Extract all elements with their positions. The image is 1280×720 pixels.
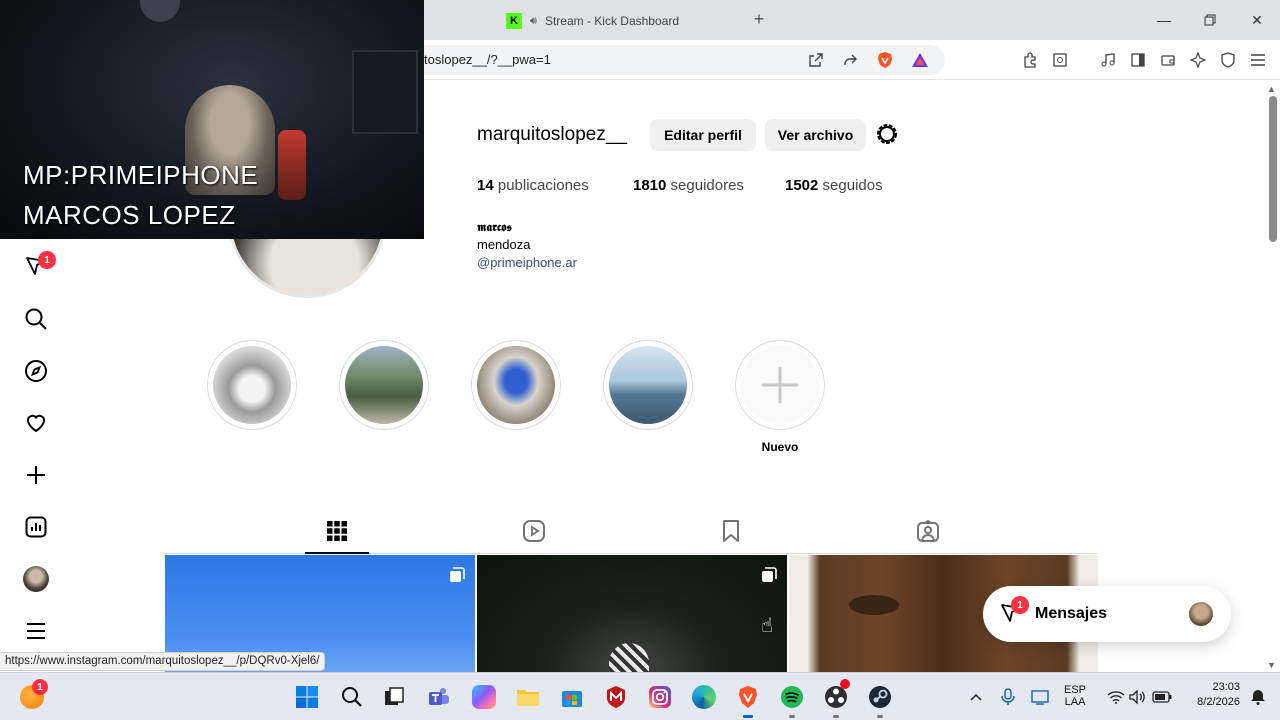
explore-icon[interactable] xyxy=(22,357,50,385)
ceiling-lamp xyxy=(140,0,180,22)
bio-mention-link[interactable]: @primeiphone.ar xyxy=(477,255,577,270)
plus-icon xyxy=(762,367,798,403)
profile-avatar-icon[interactable] xyxy=(22,565,50,593)
carousel-icon xyxy=(450,567,465,582)
brave-shield-icon[interactable] xyxy=(875,50,895,70)
address-text[interactable]: toslopez__/?__pwa=1 xyxy=(424,52,551,67)
instagram-app-icon[interactable] xyxy=(646,683,674,711)
scroll-down-arrow[interactable]: ▼ xyxy=(1267,660,1276,670)
profile-username: marquitoslopez__ xyxy=(477,124,627,145)
vpn-icon[interactable] xyxy=(1218,50,1238,70)
search-icon[interactable] xyxy=(22,305,50,333)
task-view-icon[interactable] xyxy=(380,683,408,711)
highlight-item[interactable] xyxy=(339,340,429,430)
contact-avatar xyxy=(1189,602,1213,626)
recording-dot xyxy=(840,679,850,689)
create-plus-icon[interactable] xyxy=(22,461,50,489)
bio-name: 𝖒𝖆𝖗𝖈𝖔𝖘 xyxy=(477,220,512,234)
posts-grid-icon[interactable] xyxy=(324,518,350,544)
microphone-icon[interactable] xyxy=(994,683,1022,711)
windows-taskbar: 1 ESP LAA 23:03 8/2/2026 xyxy=(0,672,1280,720)
dashboard-icon[interactable] xyxy=(22,513,50,541)
scrollbar-thumb[interactable] xyxy=(1269,96,1277,242)
brave-browser-icon[interactable] xyxy=(734,683,762,718)
spotify-icon[interactable] xyxy=(778,683,806,718)
messages-label: Mensajes xyxy=(1035,605,1108,622)
webcam-overlay: MP:PRIMEIPHONE MARCOS LOPEZ xyxy=(0,0,424,239)
share-icon[interactable] xyxy=(840,50,860,70)
highlight-item[interactable] xyxy=(603,340,693,430)
wallet-icon[interactable] xyxy=(1158,50,1178,70)
webcam-caption-line1: MP:PRIMEIPHONE xyxy=(23,160,259,190)
leo-ai-icon[interactable] xyxy=(1188,50,1208,70)
media-icon[interactable] xyxy=(1098,50,1118,70)
notifications-heart-icon[interactable] xyxy=(22,409,50,437)
stat-posts: 14 publicaciones xyxy=(477,177,589,194)
screenshot-icon[interactable] xyxy=(1050,50,1070,70)
mouse-cursor-icon: ☝︎ xyxy=(761,615,774,637)
more-menu-icon[interactable] xyxy=(22,617,50,645)
messenger-icon: 1 xyxy=(999,596,1029,626)
stat-followers[interactable]: 1810 seguidores xyxy=(633,177,744,194)
notification-center-icon[interactable] xyxy=(1244,683,1272,711)
messages-badge: 1 xyxy=(38,251,56,269)
highlight-item[interactable] xyxy=(207,340,297,430)
active-tab-indicator xyxy=(305,552,369,554)
new-highlight-label: Nuevo xyxy=(761,440,799,454)
tab-title: Stream - Kick Dashboard xyxy=(544,14,679,28)
door-ornament xyxy=(849,595,899,615)
messages-pill[interactable]: 1 Mensajes xyxy=(983,586,1231,642)
extensions-icon[interactable] xyxy=(1020,50,1040,70)
edge-icon[interactable] xyxy=(690,683,718,711)
file-explorer-icon[interactable] xyxy=(514,683,542,711)
browser-tab[interactable]: K 🔊︎ Stream - Kick Dashboard xyxy=(496,6,742,36)
start-windows-icon[interactable] xyxy=(293,683,321,711)
post-thumbnail[interactable]: ☝︎ xyxy=(477,555,787,672)
carousel-icon xyxy=(762,567,777,582)
taskbar-search-icon[interactable] xyxy=(338,683,366,711)
chair-red xyxy=(278,130,306,200)
minimize-icon[interactable]: — xyxy=(1152,8,1176,32)
sidebar-toggle-icon[interactable] xyxy=(1128,50,1148,70)
saved-bookmark-icon[interactable] xyxy=(718,518,744,544)
edit-profile-button[interactable]: Editar perfil xyxy=(650,119,756,151)
mcafee-icon[interactable] xyxy=(602,683,630,711)
scroll-up-arrow[interactable]: ▲ xyxy=(1267,84,1276,94)
teams-icon[interactable] xyxy=(425,683,453,711)
reels-icon[interactable] xyxy=(521,518,547,544)
new-highlight-button[interactable] xyxy=(735,340,825,430)
battery-icon[interactable] xyxy=(1148,683,1176,711)
menu-icon[interactable] xyxy=(1248,50,1268,70)
tagged-icon[interactable] xyxy=(915,518,941,544)
messenger-icon[interactable]: 1 xyxy=(22,251,56,281)
display-settings-icon[interactable] xyxy=(1026,683,1054,711)
tray-overflow-chevron-icon[interactable] xyxy=(962,683,990,711)
speaker-icon[interactable]: 🔊︎ xyxy=(530,15,537,28)
restore-icon[interactable] xyxy=(1198,8,1222,32)
link-status-url: https://www.instagram.com/marquitoslopez… xyxy=(0,652,326,671)
steam-icon[interactable] xyxy=(866,683,894,718)
stat-following[interactable]: 1502 seguidos xyxy=(785,177,883,194)
obs-studio-icon[interactable] xyxy=(822,679,850,718)
weather-widget-icon[interactable]: 1 xyxy=(18,679,48,711)
messages-pill-badge: 1 xyxy=(1011,596,1029,614)
brave-rewards-icon[interactable] xyxy=(910,50,930,70)
open-external-icon[interactable] xyxy=(806,50,826,70)
input-language[interactable]: ESP LAA xyxy=(1064,684,1086,708)
kick-logo-icon: K xyxy=(506,13,522,29)
new-tab-button[interactable]: + xyxy=(748,8,770,30)
microsoft-store-icon[interactable] xyxy=(558,683,586,711)
wall-frame xyxy=(352,50,418,134)
bio-location: mendoza xyxy=(477,237,531,252)
copilot-icon[interactable] xyxy=(470,683,498,711)
widget-badge: 1 xyxy=(32,679,48,695)
highlight-item[interactable] xyxy=(471,340,561,430)
view-archive-button[interactable]: Ver archivo xyxy=(765,119,866,151)
settings-gear-icon[interactable] xyxy=(875,122,899,146)
clock[interactable]: 23:03 8/2/2026 xyxy=(1186,681,1240,708)
person-figure xyxy=(609,643,649,672)
webcam-caption-line2: MARCOS LOPEZ xyxy=(23,200,236,230)
close-icon[interactable]: ✕ xyxy=(1245,8,1269,32)
